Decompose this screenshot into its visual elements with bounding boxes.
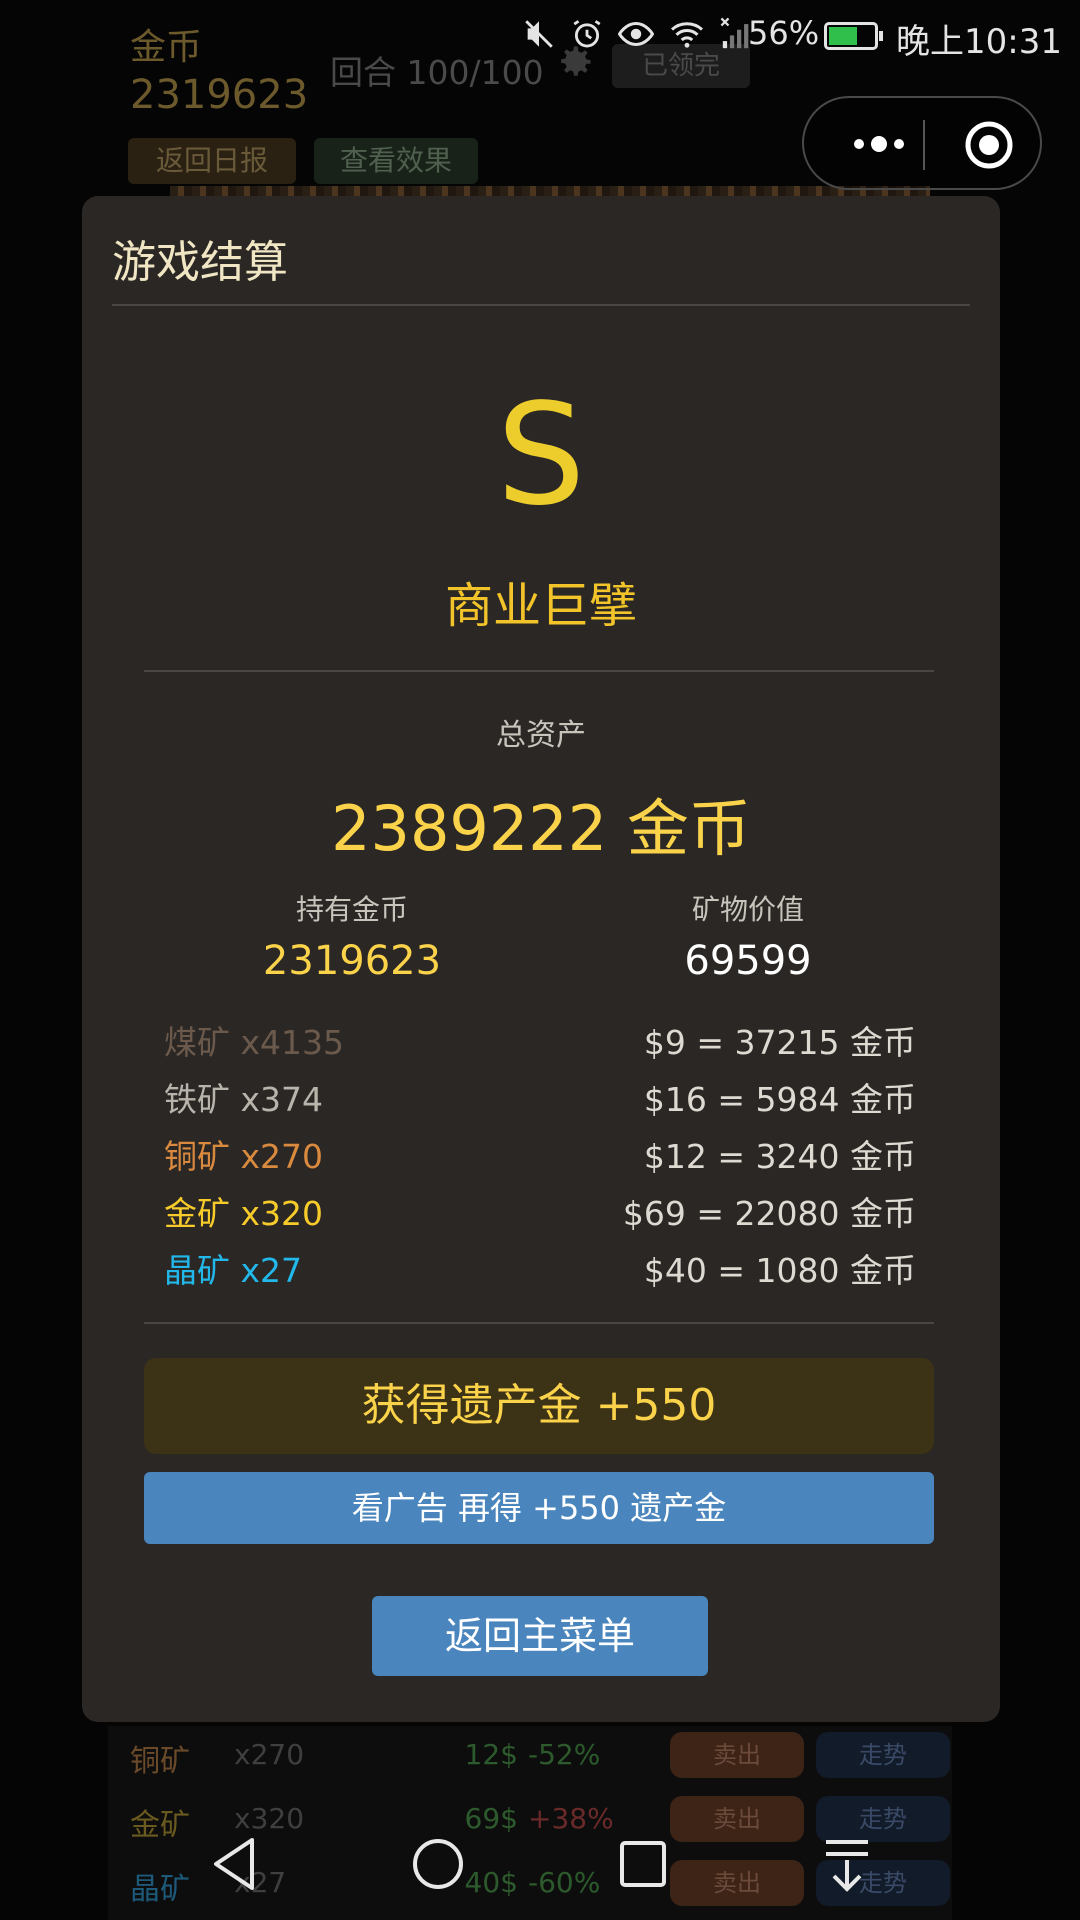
battery-icon [824,22,883,50]
ore-qty: x270 [234,1738,305,1771]
capsule-divider [923,120,925,170]
mineral-value-value: 69599 [684,938,812,984]
ore-value-calc: $40 = 1080 金币 [643,1251,916,1290]
ore-value-calc: $12 = 3240 金币 [643,1137,916,1176]
ore-value-calc: $16 = 5984 金币 [643,1080,916,1119]
ore-name: 晶矿 x27 [164,1251,303,1290]
ore-name: 铜矿 x270 [164,1137,324,1176]
close-miniprogram-icon[interactable] [964,120,1014,170]
alarm-icon [573,20,601,48]
divider [112,304,970,306]
sell-button[interactable]: 卖出 [670,1732,804,1778]
trend-button[interactable]: 走势 [816,1732,950,1778]
ore-row-crystal: 晶矿 x27 $40 = 1080 金币 [164,1240,916,1290]
home-icon[interactable] [412,1836,464,1892]
mineral-value-stat: 矿物价值 69599 [598,888,898,984]
total-assets-label: 总资产 [496,718,586,753]
recents-icon[interactable] [618,1836,668,1892]
miniprogram-capsule [802,96,1042,190]
divider [144,1322,934,1324]
total-assets-value: 2389222 金币 [331,792,751,865]
battery-percent: 56% [748,14,820,52]
ore-row-coal: 煤矿 x4135 $9 = 37215 金币 [164,1012,916,1062]
grade-letter: S [496,374,586,537]
clock: 晚上10:31 [896,22,1062,62]
game-result-modal: 游戏结算 S 商业巨擘 总资产 2389222 金币 持有金币 2319623 … [82,196,1000,1722]
wifi-icon [671,22,703,48]
held-gold-stat: 持有金币 2319623 [202,888,502,984]
legacy-reward-banner: 获得遗产金 +550 [144,1358,934,1454]
return-main-menu-button[interactable]: 返回主菜单 [372,1596,708,1676]
system-nav-bar [0,1808,1080,1920]
ore-row-iron: 铁矿 x374 $16 = 5984 金币 [164,1069,916,1119]
ore-row-gold: 金矿 x320 $69 = 22080 金币 [164,1183,916,1233]
eye-icon [618,21,654,47]
status-icons [522,16,754,52]
ore-value-calc: $69 = 22080 金币 [622,1194,916,1233]
return-report-button[interactable]: 返回日报 [128,138,296,184]
back-icon[interactable] [210,1836,260,1892]
gold-value: 2319623 [130,72,309,118]
ore-name: 铜矿 [130,1744,190,1779]
rank-title: 商业巨擘 [444,578,637,634]
modal-title: 游戏结算 [112,237,288,288]
ore-value-calc: $9 = 37215 金币 [643,1023,916,1062]
notification-drawer-icon[interactable] [822,1836,872,1896]
ore-change: -52% [528,1738,601,1771]
ore-row-copper: 铜矿 x270 $12 = 3240 金币 [164,1126,916,1176]
mute-icon [525,20,553,48]
watch-ad-button[interactable]: 看广告 再得 +550 遗产金 [144,1472,934,1544]
ore-name: 煤矿 x4135 [164,1023,345,1062]
ore-name: 金矿 x320 [164,1194,324,1233]
status-bar: 56% 晚上10:31 [0,0,1080,72]
held-gold-value: 2319623 [262,938,442,984]
more-options-icon[interactable] [834,124,924,164]
view-effect-button[interactable]: 查看效果 [314,138,478,184]
ore-price: 12$ [464,1738,518,1771]
table-row: 铜矿 x270 12$ -52% 卖出 走势 [108,1726,952,1790]
mineral-value-label: 矿物价值 [691,893,804,926]
ore-name: 铁矿 x374 [164,1080,324,1119]
divider [144,670,934,672]
held-gold-label: 持有金币 [295,893,408,926]
